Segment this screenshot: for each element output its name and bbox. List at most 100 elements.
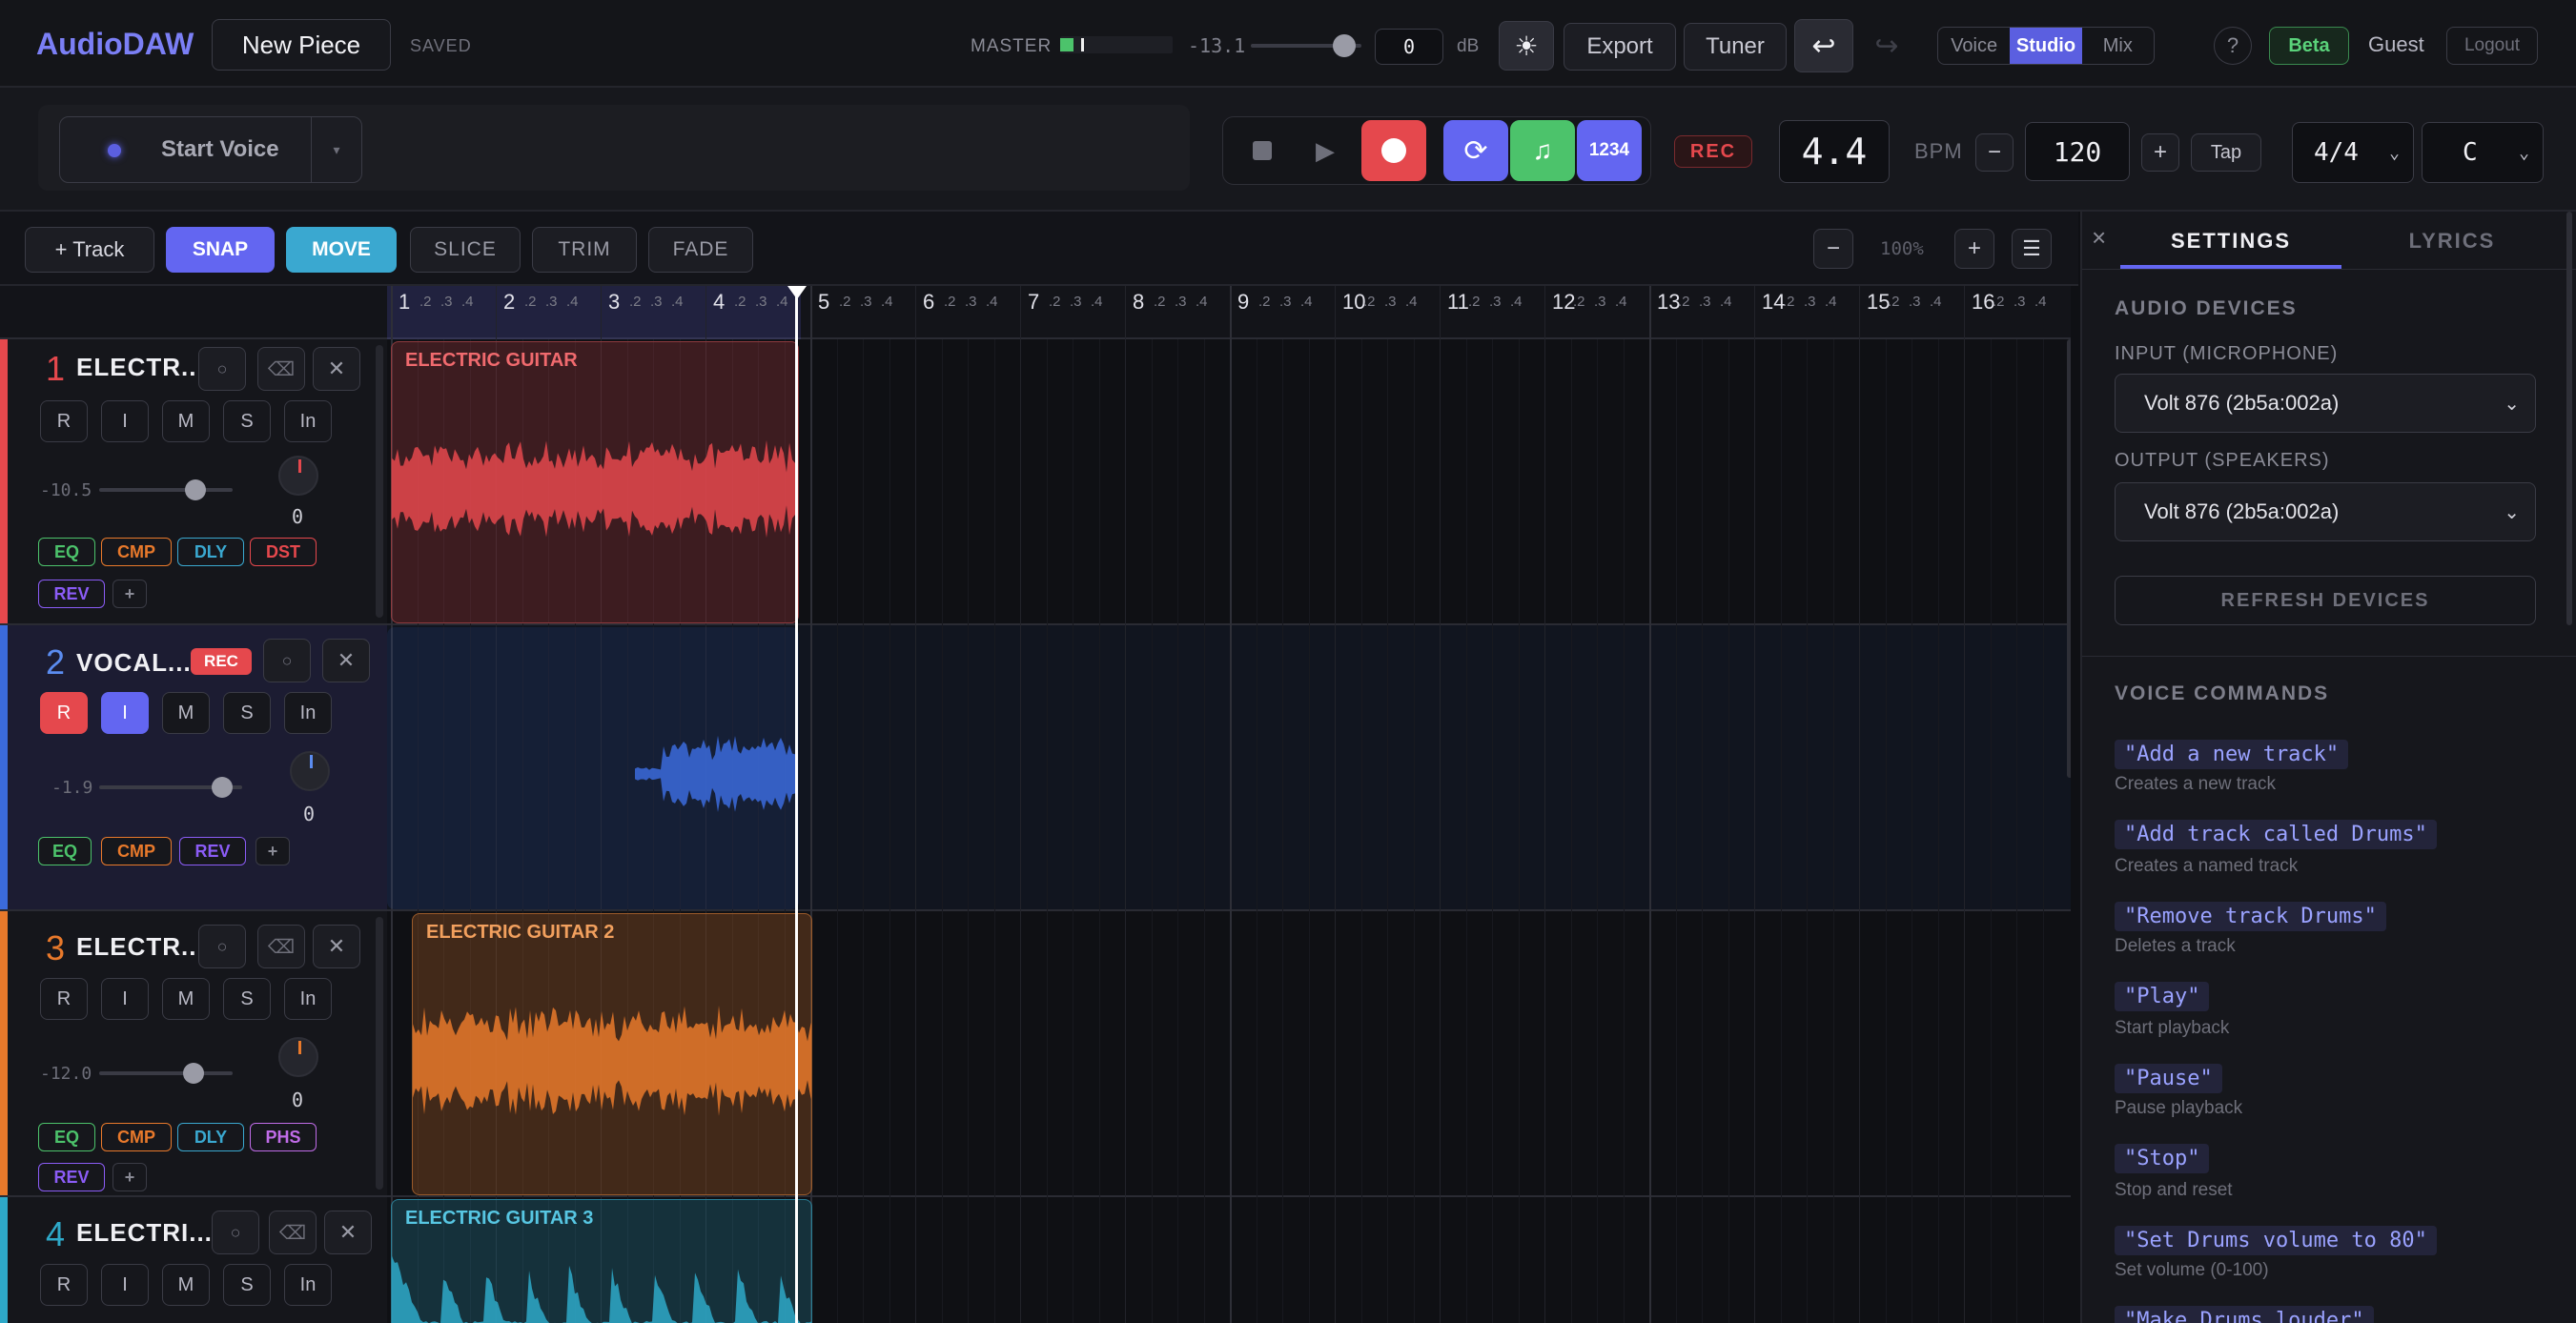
solo-button[interactable]: S (223, 400, 271, 442)
key-select[interactable]: C ⌄ (2422, 122, 2544, 183)
logout-button[interactable]: Logout (2446, 27, 2538, 65)
zoom-out-button[interactable]: − (1813, 229, 1853, 269)
fx-reverb-button[interactable]: REV (38, 1163, 105, 1191)
record-arm-button[interactable]: R (40, 978, 88, 1020)
count-in-button[interactable]: 1234 (1577, 120, 1642, 181)
input-monitor-button[interactable]: I (101, 978, 149, 1020)
track-header[interactable]: 2 VOCAL... REC ○ ✕ R I M S In -1.9 0 EQ … (0, 625, 387, 911)
track-monitor-button[interactable]: ○ (212, 1211, 259, 1254)
vertical-scrollbar[interactable] (2067, 339, 2071, 778)
track-clear-button[interactable]: ⌫ (257, 347, 305, 391)
fx-reverb-button[interactable]: REV (179, 837, 246, 865)
refresh-devices-button[interactable]: REFRESH DEVICES (2115, 576, 2536, 625)
fx-delay-button[interactable]: DLY (177, 538, 244, 566)
tab-lyrics[interactable]: LYRICS (2341, 229, 2563, 254)
track-monitor-button[interactable]: ○ (198, 925, 246, 968)
export-button[interactable]: Export (1564, 23, 1676, 71)
fx-delay-button[interactable]: DLY (177, 1123, 244, 1151)
input-device-select[interactable]: Volt 876 (2b5a:002a) ⌄ (2115, 374, 2536, 433)
track-delete-button[interactable]: ✕ (313, 347, 360, 391)
mode-mix-tab[interactable]: Mix (2082, 28, 2154, 64)
input-select-button[interactable]: In (284, 978, 332, 1020)
loop-button[interactable]: ⟳ (1443, 120, 1508, 181)
panel-scrollbar[interactable] (2566, 212, 2572, 625)
app-logo[interactable]: AudioDAW (36, 27, 194, 62)
audio-clip[interactable]: ELECTRIC GUITAR 2 (412, 913, 812, 1195)
record-arm-button[interactable]: R (40, 1264, 88, 1306)
fx-compressor-button[interactable]: CMP (101, 538, 172, 566)
audio-clip[interactable]: ELECTRIC GUITAR (391, 341, 799, 623)
slider-thumb[interactable] (185, 479, 206, 500)
solo-button[interactable]: S (223, 978, 271, 1020)
panel-close-button[interactable]: × (2092, 223, 2106, 253)
project-name-field[interactable]: New Piece (212, 19, 391, 71)
input-select-button[interactable]: In (284, 400, 332, 442)
mode-studio-tab[interactable]: Studio (2010, 28, 2082, 64)
mute-button[interactable]: M (162, 400, 210, 442)
track-volume-slider[interactable] (99, 777, 242, 798)
input-select-button[interactable]: In (284, 692, 332, 734)
mute-button[interactable]: M (162, 978, 210, 1020)
timeline[interactable]: 1 .2 .3 .4 2 .2 .3 .4 3 .2 .3 .4 4 .2 .3 .4 5 .2 .3 .4 6 .2 .3… (387, 286, 2071, 1323)
master-fader-thumb[interactable] (1333, 34, 1356, 57)
track-resize-handle[interactable] (376, 345, 383, 618)
track-header[interactable]: 3 ELECTR... ○ ⌫ ✕ R I M S In -12.0 0 EQ … (0, 911, 387, 1197)
bpm-decrease-button[interactable]: − (1975, 133, 2014, 172)
fx-compressor-button[interactable]: CMP (101, 1123, 172, 1151)
solo-button[interactable]: S (223, 1264, 271, 1306)
redo-button[interactable]: ↪ (1861, 19, 1912, 72)
track-clear-button[interactable]: ⌫ (257, 925, 305, 968)
undo-button[interactable]: ↩ (1794, 19, 1853, 72)
fx-distortion-button[interactable]: DST (250, 538, 317, 566)
solo-button[interactable]: S (223, 692, 271, 734)
fx-eq-button[interactable]: EQ (38, 1123, 95, 1151)
add-fx-button[interactable]: + (112, 580, 147, 608)
master-gain-input[interactable]: 0 (1375, 29, 1443, 65)
slider-thumb[interactable] (183, 1063, 204, 1084)
track-monitor-button[interactable]: ○ (198, 347, 246, 391)
input-monitor-button[interactable]: I (101, 1264, 149, 1306)
fx-phaser-button[interactable]: PHS (250, 1123, 317, 1151)
track-clear-button[interactable]: ⌫ (269, 1211, 317, 1254)
fx-compressor-button[interactable]: CMP (101, 837, 172, 865)
help-button[interactable]: ? (2214, 27, 2252, 65)
time-signature-select[interactable]: 4/4 ⌄ (2292, 122, 2414, 183)
fx-reverb-button[interactable]: REV (38, 580, 105, 608)
input-monitor-button[interactable]: I (101, 692, 149, 734)
record-button[interactable] (1361, 120, 1426, 181)
bpm-increase-button[interactable]: + (2141, 133, 2179, 172)
tuner-button[interactable]: Tuner (1684, 23, 1787, 71)
input-monitor-button[interactable]: I (101, 400, 149, 442)
pan-knob[interactable] (278, 456, 318, 496)
output-device-select[interactable]: Volt 876 (2b5a:002a) ⌄ (2115, 482, 2536, 541)
timeline-menu-button[interactable]: ☰ (2012, 229, 2052, 269)
track-name[interactable]: ELECTR... (76, 932, 205, 962)
input-select-button[interactable]: In (284, 1264, 332, 1306)
beta-badge[interactable]: Beta (2269, 27, 2349, 65)
record-arm-button[interactable]: R (40, 400, 88, 442)
track-volume-slider[interactable] (99, 479, 233, 500)
track-resize-handle[interactable] (376, 917, 383, 1190)
pan-knob[interactable] (290, 751, 330, 791)
add-fx-button[interactable]: + (112, 1163, 147, 1191)
voice-options-dropdown[interactable]: ▾ (311, 116, 362, 183)
track-header[interactable]: 1 ELECTR... ○ ⌫ ✕ R I M S In -10.5 0 EQ … (0, 339, 387, 625)
theme-toggle-button[interactable]: ☀ (1499, 21, 1554, 71)
track-delete-button[interactable]: ✕ (324, 1211, 372, 1254)
fade-tool-button[interactable]: FADE (648, 227, 753, 273)
fx-eq-button[interactable]: EQ (38, 837, 92, 865)
mode-voice-tab[interactable]: Voice (1938, 28, 2010, 64)
playhead[interactable] (795, 286, 798, 1323)
audio-clip[interactable] (387, 627, 799, 909)
fx-eq-button[interactable]: EQ (38, 538, 95, 566)
playhead-handle[interactable] (787, 286, 807, 299)
trim-tool-button[interactable]: TRIM (532, 227, 637, 273)
mute-button[interactable]: M (162, 692, 210, 734)
track-name[interactable]: ELECTR... (76, 353, 205, 382)
add-fx-button[interactable]: + (256, 837, 290, 865)
add-track-button[interactable]: + Track (25, 227, 154, 273)
move-tool-button[interactable]: MOVE (286, 227, 397, 273)
track-delete-button[interactable]: ✕ (313, 925, 360, 968)
record-arm-button[interactable]: R (40, 692, 88, 734)
track-volume-slider[interactable] (99, 1063, 233, 1084)
